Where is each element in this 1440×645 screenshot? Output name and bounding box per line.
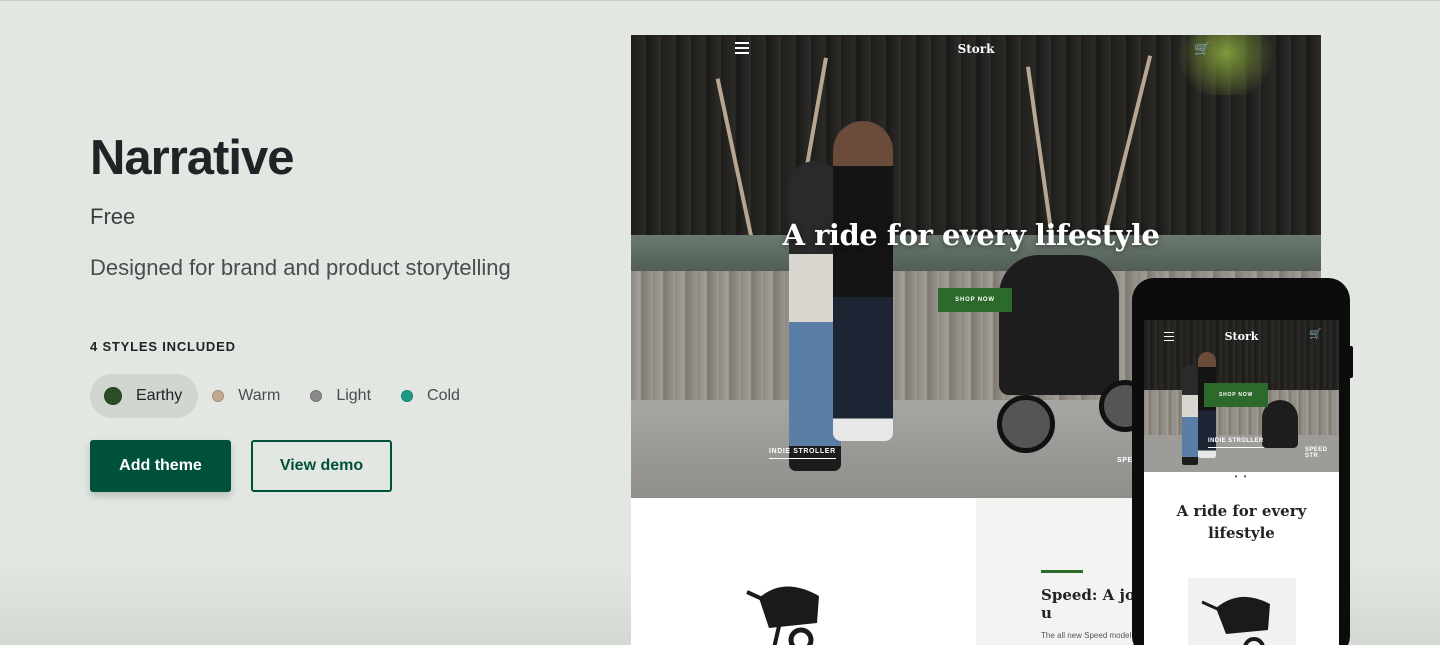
cart-icon[interactable]: 🛒 [1194, 41, 1210, 57]
stroller-wheel [997, 395, 1055, 453]
preview-navbar: Stork 🛒 [631, 35, 1321, 65]
mobile-product-card [1188, 578, 1296, 645]
style-option-cold[interactable]: Cold [387, 374, 476, 418]
cold-swatch-icon [401, 390, 414, 402]
stroller-product-image [1201, 596, 1270, 645]
hero-heading: A ride for every lifestyle [782, 218, 1160, 252]
speed-stroller-link[interactable]: SPEED STR [1305, 447, 1339, 459]
theme-title: Narrative [90, 131, 294, 185]
add-theme-button[interactable]: Add theme [90, 440, 231, 492]
warm-swatch-icon [212, 390, 225, 402]
style-option-warm[interactable]: Warm [198, 374, 296, 418]
shop-now-button[interactable]: SHOP NOW [938, 288, 1012, 312]
product-panel [631, 498, 976, 645]
earthy-swatch-icon [104, 387, 122, 405]
person-woman [1182, 365, 1198, 465]
slider-dots[interactable]: • • [1144, 472, 1339, 484]
mobile-hero-image: Stork 🛒 SHOP NOW INDIE STROLLER SPEED ST… [1144, 320, 1339, 472]
style-label: Earthy [136, 387, 183, 404]
indie-stroller-link[interactable]: INDIE STROLLER [1208, 438, 1264, 448]
indie-stroller-link[interactable]: INDIE STROLLER [769, 448, 836, 459]
theme-info: Narrative Free Designed for brand and pr… [90, 128, 610, 492]
top-divider [0, 0, 1440, 1]
stroller [999, 255, 1119, 395]
stroller [1262, 400, 1298, 448]
view-demo-button[interactable]: View demo [251, 440, 392, 492]
style-label: Cold [427, 387, 460, 404]
theme-description: Designed for brand and product storytell… [90, 255, 511, 280]
light-swatch-icon [310, 390, 323, 402]
action-buttons: Add theme View demo [90, 440, 610, 492]
mobile-preview: Stork 🛒 SHOP NOW INDIE STROLLER SPEED ST… [1132, 278, 1350, 645]
style-option-light[interactable]: Light [296, 374, 387, 418]
cart-icon[interactable]: 🛒 [1309, 329, 1321, 340]
theme-price: Free [90, 204, 136, 229]
person-man [833, 121, 893, 441]
phone-screen: Stork 🛒 SHOP NOW INDIE STROLLER SPEED ST… [1144, 320, 1339, 645]
style-label: Light [336, 387, 372, 404]
styles-heading: 4 STYLES INCLUDED [90, 339, 236, 354]
shop-now-button[interactable]: SHOP NOW [1204, 383, 1268, 407]
accent-bar [1041, 570, 1083, 573]
style-label: Warm [238, 387, 281, 404]
style-selector: Earthy Warm Light Cold [90, 374, 610, 418]
mobile-heading: A ride for every lifestyle [1176, 502, 1307, 542]
style-option-earthy[interactable]: Earthy [90, 374, 199, 418]
stroller-product-image [746, 586, 819, 645]
feature-description: The all new Speed model [1041, 631, 1132, 640]
store-logo[interactable]: Stork [631, 42, 1321, 56]
